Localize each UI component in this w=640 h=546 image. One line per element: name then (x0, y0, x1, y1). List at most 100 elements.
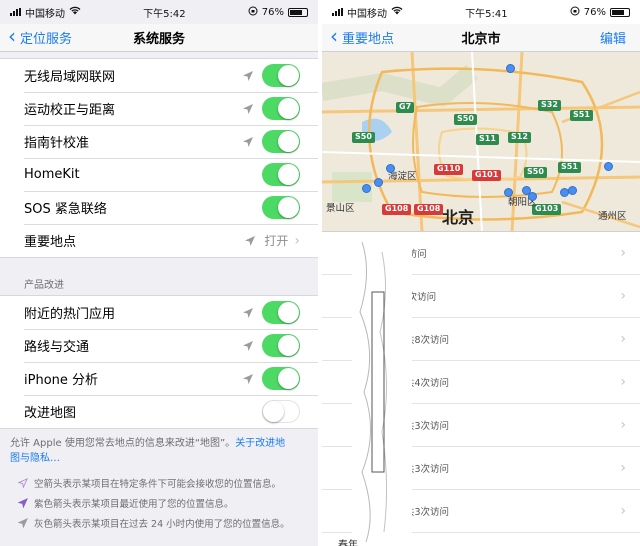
status-time: 下午5:41 (465, 8, 508, 20)
orientation-lock-icon (570, 6, 580, 19)
row-label: HomeKit (24, 167, 80, 182)
location-arrow-icon (243, 103, 253, 114)
location-arrow-icon (243, 136, 253, 147)
back-button[interactable]: ‹ 定位服务 (8, 24, 73, 48)
location-pin[interactable] (506, 64, 515, 73)
toggle-switch[interactable] (262, 367, 300, 390)
system-services-screen: 中国移动 下午5:42 76% ‹ 定位服务 系统服务 无线局域网联网 运动校正与… (0, 0, 318, 546)
location-pin[interactable] (504, 188, 513, 197)
navigation-bar: ‹ 定位服务 系统服务 (0, 24, 318, 52)
road-shield: S32 (538, 100, 561, 111)
chevron-left-icon: ‹ (8, 24, 16, 48)
legend-text: 灰色箭头表示某项目在过去 24 小时内使用了您的位置信息。 (34, 519, 290, 530)
toggle-switch[interactable] (262, 163, 300, 186)
gray-arrow-icon (18, 518, 28, 528)
road-shield: S11 (476, 134, 499, 145)
toggle-switch[interactable] (262, 301, 300, 324)
carrier-label: 中国移动 (347, 8, 387, 20)
significant-locations-screen: 中国移动 下午5:41 76% ‹ 重要地点 北京市 编辑 G7 S50 S32… (322, 0, 640, 546)
toggle-switch[interactable] (262, 130, 300, 153)
road-shield: G110 (434, 164, 464, 175)
back-button[interactable]: ‹ 重要地点 (330, 24, 395, 48)
settings-row: 改进地图 (0, 395, 318, 428)
location-arrow-icon (245, 235, 256, 246)
legend-item: 灰色箭头表示某项目在过去 24 小时内使用了您的位置信息。 (18, 516, 308, 530)
battery-percent: 76% (583, 6, 606, 18)
settings-row: HomeKit (0, 158, 318, 191)
settings-row: iPhone 分析 (0, 362, 318, 395)
chevron-right-icon: › (620, 288, 626, 304)
row-detail: 打开 › (264, 232, 300, 249)
settings-row: 路线与交通 (0, 329, 318, 362)
hollow-arrow-icon (18, 478, 28, 488)
scribble-redaction (332, 232, 432, 546)
chevron-right-icon: › (620, 245, 626, 261)
toggle-switch[interactable] (262, 334, 300, 357)
row-label: 无线局域网联网 (24, 70, 116, 85)
location-arrow-icon (243, 307, 253, 318)
footer-text: 允许 Apple 使用您常去地点的信息来改进“地图”。 (10, 438, 236, 449)
row-label: 重要地点 (24, 235, 77, 250)
legend-item: 紫色箭头表示某项目最近使用了您的位置信息。 (18, 496, 308, 510)
settings-row: 指南针校准 (0, 125, 318, 158)
road-shield: S51 (570, 110, 593, 121)
location-pin[interactable] (386, 164, 395, 173)
location-arrow-icon (243, 70, 253, 81)
toggle-switch[interactable] (262, 400, 300, 423)
settings-row: 附近的热门应用 (0, 296, 318, 329)
road-shield: S51 (558, 162, 581, 173)
settings-row: 无线局域网联网 (0, 59, 318, 92)
road-shield: S50 (352, 132, 375, 143)
location-arrow-icon (243, 373, 253, 384)
settings-row[interactable]: 重要地点 打开 › (0, 224, 318, 257)
wifi-icon (69, 6, 81, 18)
legend-text: 空箭头表示某项目在特定条件下可能会接收您的位置信息。 (34, 479, 282, 490)
purple-arrow-icon (18, 498, 28, 508)
row-label: 运动校正与距离 (24, 103, 116, 118)
chevron-left-icon: ‹ (330, 24, 338, 48)
section-header: 产品改进 (24, 280, 64, 291)
location-pin[interactable] (362, 184, 371, 193)
settings-row: SOS 紧急联络 (0, 191, 318, 224)
status-bar: 中国移动 下午5:41 76% (322, 0, 640, 24)
road-shield: G108 (414, 204, 444, 215)
row-label: 指南针校准 (24, 136, 90, 151)
road-shield: G101 (472, 170, 502, 181)
location-pin[interactable] (604, 162, 613, 171)
road-shield: G108 (382, 204, 412, 215)
legend-text: 紫色箭头表示某项目最近使用了您的位置信息。 (34, 499, 234, 510)
back-label: 重要地点 (342, 32, 395, 47)
toggle-switch[interactable] (262, 196, 300, 219)
status-bar: 中国移动 下午5:42 76% (0, 0, 318, 24)
row-label: iPhone 分析 (24, 373, 99, 388)
chevron-right-icon: › (620, 374, 626, 390)
row-label: 附近的热门应用 (24, 307, 116, 322)
road-shield: G7 (396, 102, 415, 113)
locations-map[interactable]: G7 S50 S32 S51 S50 S11 S12 S50 S51 G103 … (322, 52, 640, 232)
location-pin[interactable] (568, 186, 577, 195)
row-label: SOS 紧急联络 (24, 202, 107, 217)
road-shield: S50 (454, 114, 477, 125)
back-label: 定位服务 (20, 32, 73, 47)
chevron-right-icon: › (620, 503, 626, 519)
row-label: 路线与交通 (24, 340, 90, 355)
road-shield: S50 (524, 167, 547, 178)
chevron-right-icon: › (294, 232, 300, 249)
district-label: 景山区 (326, 203, 355, 214)
city-label: 北京 (442, 208, 475, 227)
wifi-icon (391, 6, 403, 18)
arrow-legend: 空箭头表示某项目在特定条件下可能会接收您的位置信息。 紫色箭头表示某项目最近使用了… (0, 466, 318, 530)
toggle-switch[interactable] (262, 97, 300, 120)
chevron-right-icon: › (620, 417, 626, 433)
navigation-bar: ‹ 重要地点 北京市 编辑 (322, 24, 640, 52)
chevron-right-icon: › (620, 331, 626, 347)
toggle-switch[interactable] (262, 64, 300, 87)
improve-maps-footer: 允许 Apple 使用您常去地点的信息来改进“地图”。关于改进地图与隐私… (0, 429, 318, 466)
signal-icon (332, 8, 343, 16)
orientation-lock-icon (248, 6, 258, 19)
battery-icon (287, 7, 308, 17)
location-pin[interactable] (374, 178, 383, 187)
location-pin[interactable] (528, 192, 537, 201)
row-label: 改进地图 (24, 406, 77, 421)
edit-button[interactable]: 编辑 (600, 28, 626, 47)
